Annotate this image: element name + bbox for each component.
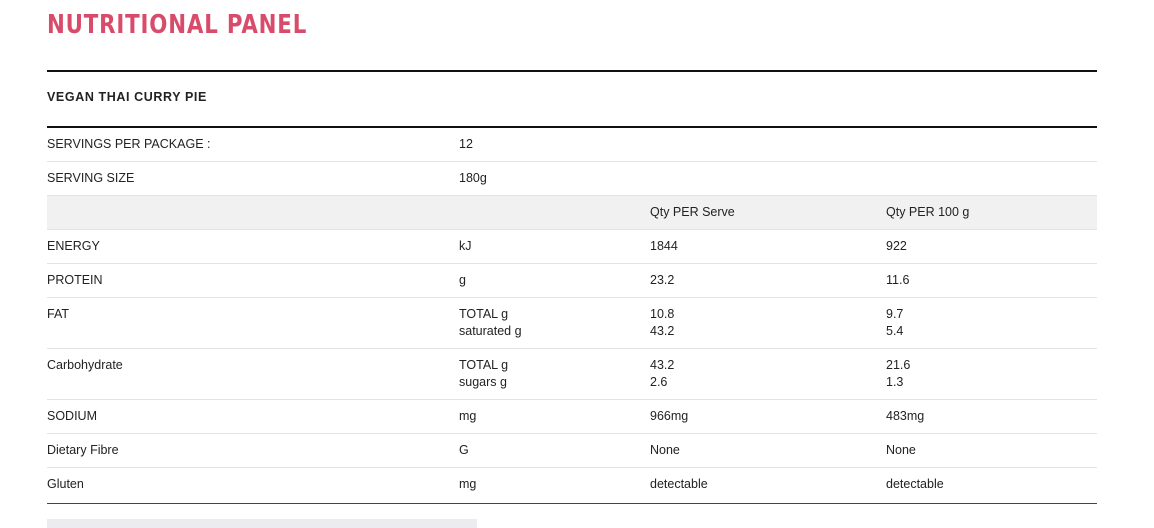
bottom-divider: [47, 503, 1097, 504]
qty-per-100g: 11.6: [886, 263, 1097, 298]
value-line-2: 5.4: [886, 324, 904, 338]
qty-per-100g: 21.6 1.3: [886, 348, 1097, 400]
qty-per-serve: detectable: [650, 477, 708, 491]
nutrient-unit: mg: [459, 477, 477, 491]
nutrition-page: NUTRITIONAL PANEL VEGAN THAI CURRY PIE S…: [0, 0, 1154, 528]
nutrient-unit: mg: [459, 399, 650, 434]
qty-per-100g: 9.7 5.4: [886, 297, 1097, 349]
row-label: SERVINGS PER PACKAGE :: [47, 128, 459, 162]
nutrient-name: FAT: [47, 297, 459, 349]
top-divider: [47, 70, 1097, 72]
nutrient-name: Carbohydrate: [47, 348, 459, 400]
value-line-1: 9.7: [886, 307, 904, 321]
value-line-2: 43.2: [650, 324, 675, 338]
unit-line-1: TOTAL g: [459, 307, 509, 321]
value-line-1: 43.2: [650, 358, 675, 372]
row-label: SERVING SIZE: [47, 161, 459, 196]
value-line-2: 2.6: [650, 375, 668, 389]
value-line-1: 10.8: [650, 307, 675, 321]
value-line-1: 21.6: [886, 358, 911, 372]
table-row-sodium: SODIUM mg 966mg 483mg: [47, 399, 1097, 434]
servings-per-package-row: SERVINGS PER PACKAGE : 12: [47, 128, 1097, 162]
nutrient-name: ENERGY: [47, 229, 459, 264]
table-row-protein: PROTEIN g 23.2 11.6: [47, 263, 1097, 298]
nutrient-unit: g: [459, 263, 650, 298]
unit-line-1: TOTAL g: [459, 358, 509, 372]
nutrient-unit: TOTAL g saturated g: [459, 297, 650, 349]
table-header-row: Qty PER Serve Qty PER 100 g: [47, 195, 1097, 230]
table-row-carbohydrate: Carbohydrate TOTAL g sugars g 43.2 2.6 2…: [47, 348, 1097, 400]
unit-line-2: saturated g: [459, 324, 522, 338]
serving-size-row: SERVING SIZE 180g: [47, 161, 1097, 196]
table-row-gluten: Gluten mg detectable detectable: [47, 468, 1097, 502]
row-value: 180g: [459, 161, 650, 196]
qty-per-100g: 922: [886, 229, 1097, 264]
panel-title: NUTRITIONAL PANEL: [47, 10, 308, 40]
qty-per-serve: 966mg: [650, 399, 886, 434]
nutrient-name: Dietary Fibre: [47, 433, 459, 468]
nutrient-unit: TOTAL g sugars g: [459, 348, 650, 400]
row-value: 12: [459, 128, 650, 162]
qty-per-serve: 23.2: [650, 263, 886, 298]
qty-per-serve: None: [650, 433, 886, 468]
qty-per-serve: 1844: [650, 229, 886, 264]
column-header-per-serve: Qty PER Serve: [650, 195, 886, 230]
qty-per-serve: 10.8 43.2: [650, 297, 886, 349]
qty-per-100g: None: [886, 433, 1097, 468]
table-row-dietary-fibre: Dietary Fibre G None None: [47, 433, 1097, 468]
product-image: [47, 519, 477, 528]
qty-per-100g: detectable: [886, 477, 944, 491]
value-line-2: 1.3: [886, 375, 904, 389]
nutrient-name: Gluten: [47, 477, 84, 491]
table-row-fat: FAT TOTAL g saturated g 10.8 43.2 9.7 5.…: [47, 297, 1097, 349]
qty-per-100g: 483mg: [886, 399, 1097, 434]
column-header-per-100g: Qty PER 100 g: [886, 195, 1097, 230]
nutrient-unit: G: [459, 433, 650, 468]
nutrient-name: PROTEIN: [47, 263, 459, 298]
table-row-energy: ENERGY kJ 1844 922: [47, 229, 1097, 264]
nutrient-name: SODIUM: [47, 399, 459, 434]
product-name: VEGAN THAI CURRY PIE: [47, 90, 207, 104]
nutrition-table: SERVINGS PER PACKAGE : 12 SERVING SIZE 1…: [47, 128, 1097, 501]
nutrient-unit: kJ: [459, 229, 650, 264]
qty-per-serve: 43.2 2.6: [650, 348, 886, 400]
unit-line-2: sugars g: [459, 375, 507, 389]
